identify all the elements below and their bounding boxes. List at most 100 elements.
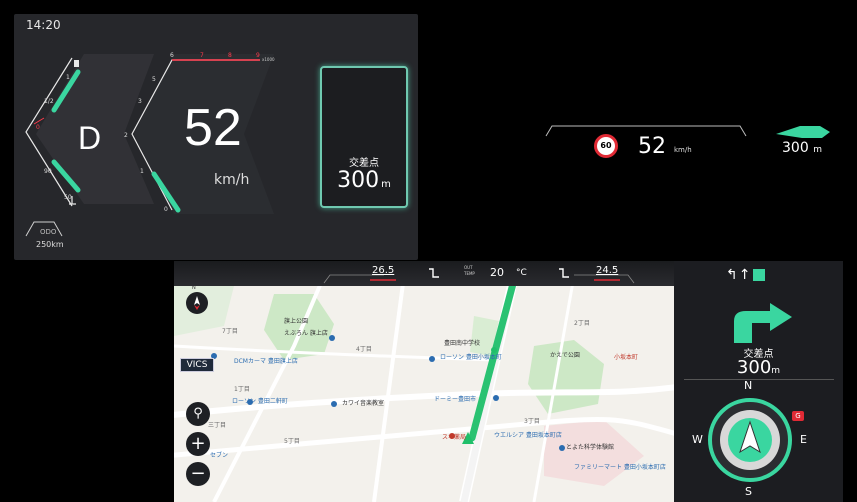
poi-icon: [429, 356, 435, 362]
search-button[interactable]: ⚲: [186, 402, 210, 426]
fuel-mark-empty: 0: [36, 124, 40, 131]
route-line: [468, 286, 517, 442]
compass-east: E: [800, 433, 807, 446]
map-label: ローソン 豊田小坂本町: [440, 354, 502, 361]
north-arrow-icon: [194, 296, 200, 310]
hud-speed: 52: [638, 134, 666, 159]
map-label: ウエルシア 豊田坂本町店: [494, 432, 562, 439]
map-label: とよた科学体験館: [566, 444, 615, 451]
poi-icon: [493, 395, 499, 401]
map-label: スギ薬局: [442, 434, 467, 441]
odo-value: 250km: [36, 240, 64, 249]
tacho-mark-2: 2: [124, 132, 128, 139]
tacho-mark-9: 9: [256, 52, 260, 59]
lane-arrows-icon: ↰↑: [726, 267, 752, 283]
north-arrow-icon-shape: [194, 296, 200, 305]
poi-icon: [331, 401, 337, 407]
speed-readout: 52: [184, 99, 242, 157]
gps-badge: G: [792, 411, 804, 421]
turn-distance-unit: m: [381, 179, 391, 190]
out-temp-label-1: OUT: [464, 265, 473, 270]
temp-mark-90: 90: [44, 168, 52, 175]
out-temp-label-2: TEMP: [464, 271, 475, 276]
turn-guidance-card: 交差点 300 m: [320, 66, 408, 208]
turn-distance-unit: m: [771, 366, 781, 376]
map-label: 豊田南中学校: [444, 340, 481, 347]
map-label: 4丁目: [356, 346, 372, 353]
speed-limit-sign: 60: [594, 134, 618, 158]
tacho-mark-8: 8: [228, 52, 232, 59]
lane-right-turn-icon: [753, 269, 766, 281]
speed-unit: km/h: [214, 172, 250, 188]
instrument-cluster: 14:20 D 52 km/h 1 1/2 0 90 50 0 1 2 3 5 …: [14, 14, 418, 260]
hud-distance: 300 m: [782, 140, 822, 156]
road: [372, 286, 405, 502]
guidance-panel: ↰↑ 交差点 300m N S E W G: [674, 261, 843, 502]
clock: 14:20: [26, 18, 61, 32]
minus-icon: −: [190, 463, 206, 484]
tacho-mark-3: 3: [138, 98, 142, 105]
map-label: かえで公園: [550, 352, 580, 359]
tacho-mark-7: 7: [200, 52, 204, 59]
hud-distance-unit: m: [813, 145, 822, 155]
turn-label: 交差点: [349, 158, 379, 169]
map-label: 小坂本町: [614, 354, 639, 361]
tacho-mark-0: 0: [164, 206, 168, 213]
fuel-mark-full: 1: [66, 74, 70, 81]
turn-right-arrow-icon: [734, 303, 792, 343]
map-label: えぶろん 旗上店: [284, 330, 328, 337]
climate-right-line: [574, 274, 635, 284]
left-temp[interactable]: 26.5: [372, 265, 394, 276]
poi-icon: [329, 335, 335, 341]
compass-north: N: [744, 379, 753, 392]
north-up-compass-button[interactable]: [186, 292, 208, 314]
head-up-display: 60 52 km/h 300 m: [540, 120, 840, 180]
compass-west: W: [692, 433, 703, 446]
navigation-screen: 26.5 OUT TEMP 20 °C 24.5 旗上公園 えぶろん 旗上店 D…: [174, 261, 843, 502]
north-arrow-icon-south: [194, 305, 200, 310]
climate-bar: 26.5 OUT TEMP 20 °C 24.5: [174, 261, 674, 286]
fuel-pump-icon: [74, 60, 79, 67]
odo-label: ODO: [40, 228, 57, 236]
divider: [684, 379, 834, 380]
hud-speed-unit: km/h: [674, 146, 692, 154]
zoom-in-button[interactable]: +: [186, 432, 210, 456]
map-label: ファミリーマート 豊田小坂本町店: [574, 464, 666, 471]
right-temp[interactable]: 24.5: [596, 265, 618, 276]
map-label: セブン: [210, 452, 229, 459]
search-icon: ⚲: [193, 406, 203, 421]
map-label: カワイ音楽教室: [342, 400, 385, 407]
zoom-out-button[interactable]: −: [186, 462, 210, 486]
map-label: ドーミー豊田市: [434, 396, 477, 403]
map-label: 7丁目: [222, 328, 238, 335]
map-label: 3丁目: [524, 418, 540, 425]
hud-distance-value: 300: [782, 140, 809, 156]
temp-mark-50: 50: [64, 194, 72, 201]
fuel-mark-half: 1/2: [44, 98, 54, 105]
out-temp: 20: [490, 266, 504, 279]
map-label: 三丁目: [208, 422, 227, 429]
turn-distance: 300m: [674, 357, 843, 378]
gear-indicator: D: [78, 120, 102, 156]
map-label: ローソン 豊田二軒町: [232, 398, 288, 405]
turn-distance-value: 300: [337, 168, 380, 193]
turn-distance: 300m: [322, 168, 406, 193]
climate-left-line: [323, 274, 384, 284]
tacho-multiplier: x1000: [262, 57, 275, 62]
map-label: 5丁目: [284, 438, 300, 445]
plus-icon: +: [190, 433, 206, 454]
seat-heater-left-icon: [429, 268, 439, 278]
out-temp-unit: °C: [516, 268, 527, 278]
tacho-mark-6: 6: [170, 52, 174, 59]
map-label: 旗上公園: [284, 318, 309, 325]
compass-south: S: [745, 485, 752, 498]
compass-marker: N: [192, 286, 196, 291]
map-label: 2丁目: [574, 320, 590, 327]
hud-turn-arrow-icon: [776, 126, 830, 138]
map-view[interactable]: 旗上公園 えぶろん 旗上店 DCMカーマ 豊田旗上店 4丁目 7丁目 1丁目 ロ…: [174, 286, 674, 502]
vics-badge[interactable]: VICS: [180, 358, 214, 372]
seat-heater-right-icon: [559, 268, 569, 278]
lane-guidance: ↰↑: [726, 267, 766, 283]
map-label: DCMカーマ 豊田旗上店: [234, 358, 298, 365]
poi-icon: [559, 445, 565, 451]
